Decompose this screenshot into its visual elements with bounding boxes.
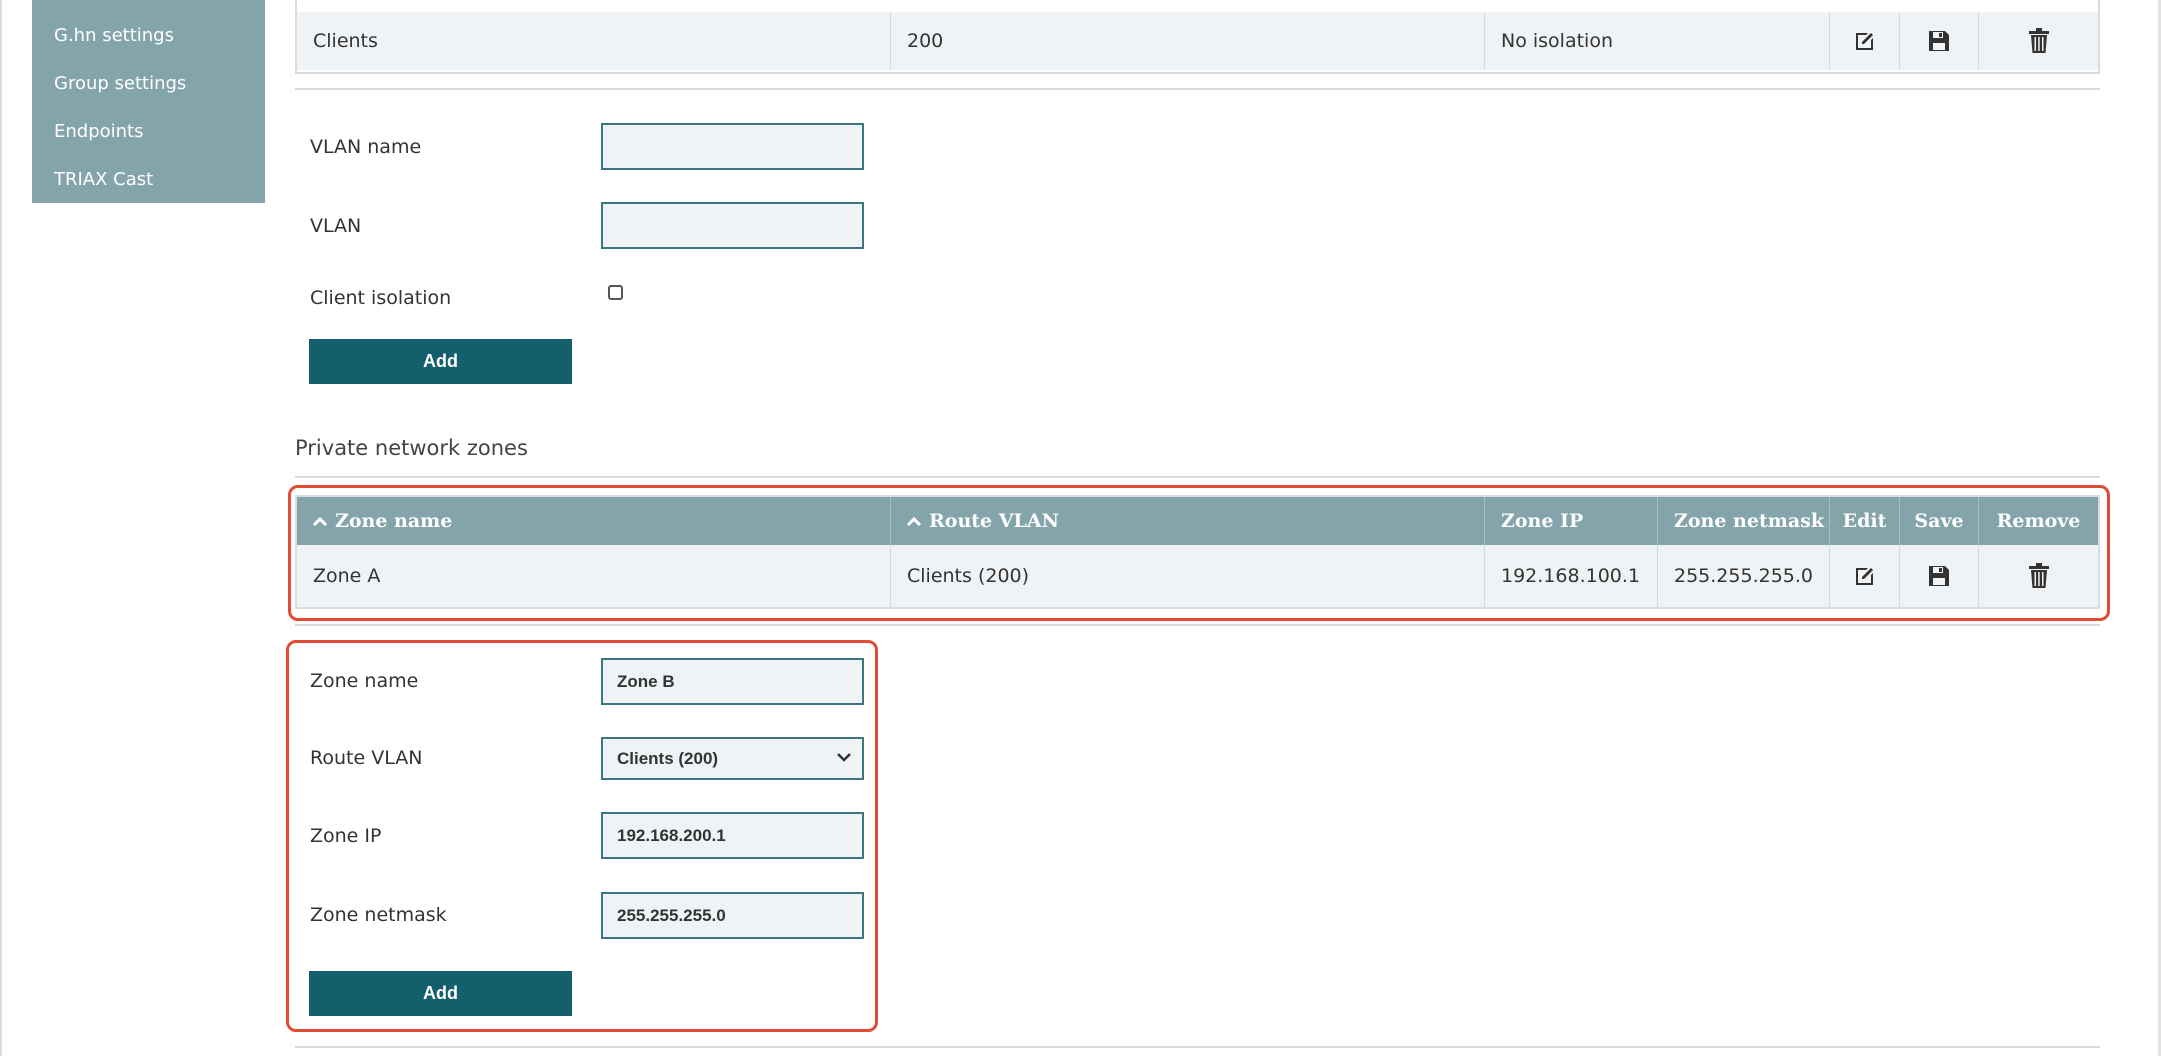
zones-table: Zone name Route VLAN Zone IP Zone netmas… xyxy=(295,495,2100,609)
add-zone-button[interactable]: Add xyxy=(309,971,572,1016)
header-route-vlan[interactable]: Route VLAN xyxy=(891,497,1485,545)
edit-cell xyxy=(1830,12,1900,70)
client-isolation-label: Client isolation xyxy=(310,287,452,309)
sidebar-item-group-settings[interactable]: Group settings xyxy=(54,73,186,94)
add-vlan-button[interactable]: Add xyxy=(309,339,572,384)
vlan-label: VLAN xyxy=(310,215,362,237)
separator xyxy=(295,624,2100,626)
page-border-left xyxy=(0,0,2,1056)
remove-cell xyxy=(1979,545,2098,607)
vlan-field[interactable] xyxy=(601,202,864,249)
chevron-up-icon xyxy=(313,516,327,526)
sidebar-item-ghn-settings[interactable]: G.hn settings xyxy=(54,25,174,46)
zone-netmask-cell: 255.255.255.0 xyxy=(1658,545,1830,607)
zone-netmask-field[interactable] xyxy=(601,892,864,939)
chevron-down-icon xyxy=(837,753,851,762)
table-row: Clients 200 No isolation xyxy=(297,12,2098,70)
header-remove: Remove xyxy=(1996,510,2081,532)
save-cell xyxy=(1900,545,1979,607)
header-save: Save xyxy=(1900,497,1979,545)
separator xyxy=(295,1046,2100,1048)
client-isolation-checkbox[interactable] xyxy=(608,285,623,300)
route-vlan-select[interactable]: Clients (200) xyxy=(601,737,864,780)
header-label: Zone name xyxy=(335,510,453,532)
header-zone-ip: Zone IP xyxy=(1485,497,1658,545)
zone-name-field[interactable] xyxy=(601,658,864,705)
separator xyxy=(295,476,2100,478)
floppy-disk-icon[interactable] xyxy=(1925,562,1953,590)
sidebar-item-endpoints[interactable]: Endpoints xyxy=(54,121,144,142)
edit-icon[interactable] xyxy=(1851,27,1879,55)
header-label: Route VLAN xyxy=(929,510,1059,532)
floppy-disk-icon[interactable] xyxy=(1925,27,1953,55)
header-zone-name[interactable]: Zone name xyxy=(297,497,891,545)
separator xyxy=(295,88,2100,90)
zone-ip-field[interactable] xyxy=(601,812,864,859)
vlan-name-cell: Clients xyxy=(297,12,891,70)
sidebar: G.hn settings Group settings Endpoints T… xyxy=(32,0,265,203)
route-vlan-label: Route VLAN xyxy=(310,747,423,769)
trash-icon[interactable] xyxy=(2025,27,2053,55)
zone-name-cell: Zone A xyxy=(297,545,891,607)
zone-ip-label: Zone IP xyxy=(310,825,382,847)
edit-cell xyxy=(1830,545,1900,607)
table-row: Zone A Clients (200) 192.168.100.1 255.2… xyxy=(297,545,2098,607)
header-zone-netmask: Zone netmask xyxy=(1658,497,1830,545)
sidebar-item-triax-cast[interactable]: TRIAX Cast xyxy=(54,169,153,190)
vlan-name-label: VLAN name xyxy=(310,136,422,158)
remove-cell xyxy=(1979,12,2098,70)
trash-icon[interactable] xyxy=(2025,562,2053,590)
header-edit: Edit xyxy=(1830,497,1900,545)
zone-netmask-label: Zone netmask xyxy=(310,904,447,926)
zone-ip-cell: 192.168.100.1 xyxy=(1485,545,1658,607)
vlan-table: Clients 200 No isolation xyxy=(295,0,2100,74)
chevron-up-icon xyxy=(907,516,921,526)
table-header: Zone name Route VLAN Zone IP Zone netmas… xyxy=(297,497,2098,545)
edit-icon[interactable] xyxy=(1851,562,1879,590)
section-title: Private network zones xyxy=(295,436,528,460)
vlan-name-field[interactable] xyxy=(601,123,864,170)
vlan-isolation-cell: No isolation xyxy=(1485,12,1830,70)
route-vlan-selected: Clients (200) xyxy=(617,748,719,768)
vlan-id-cell: 200 xyxy=(891,12,1485,70)
route-vlan-cell: Clients (200) xyxy=(891,545,1485,607)
save-cell xyxy=(1900,12,1979,70)
zone-name-label: Zone name xyxy=(310,670,419,692)
